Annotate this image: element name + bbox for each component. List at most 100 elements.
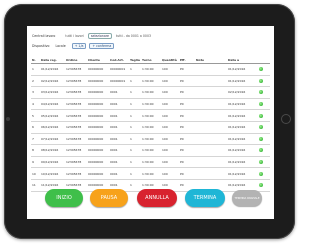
table-cell: 00000000: [87, 75, 109, 88]
table-cell: 3: [31, 86, 40, 99]
column-header[interactable]: Data a: [227, 56, 258, 64]
table-cell: 00000000: [87, 86, 109, 99]
table-row[interactable]: 7 07/12/2016 12345678 00000000 0001 1 1:30:00 1…: [31, 133, 270, 146]
table-cell: 1: [129, 86, 141, 99]
device-label: Dispositivo: [32, 43, 50, 48]
table-cell: 9: [31, 156, 40, 169]
status-ok-icon: [259, 102, 263, 107]
status-cell: [258, 144, 270, 157]
table-cell: P0: [179, 133, 195, 146]
range-select[interactable]: tutti - da 0001 a 0003: [116, 34, 151, 38]
finish-button[interactable]: TERMINA: [185, 189, 225, 207]
table-cell: 1: [129, 133, 141, 146]
device-value: Locale: [55, 43, 66, 48]
table-cell: 00000000: [87, 63, 109, 76]
table-cell: 08/12/2016: [40, 144, 65, 157]
work-filter-select[interactable]: tutti i lavori: [65, 34, 83, 38]
table-cell: 12345678: [65, 156, 87, 169]
partial-finish-button[interactable]: TERMINA PARZIALE: [232, 190, 262, 206]
table-cell: [195, 167, 227, 180]
table-row[interactable]: 1 01/12/2016 12345678 00000000 00000001 1 1:30…: [31, 63, 270, 76]
table-cell: 00000001: [109, 75, 129, 88]
table-row[interactable]: 9 09/12/2016 12345678 00000000 0001 1 1:30:00 1…: [31, 156, 270, 169]
table-cell: 12345678: [65, 98, 87, 111]
table-cell: 06/12/2016: [40, 121, 65, 134]
column-header[interactable]: Ordine: [65, 56, 87, 64]
table-cell: 1:30:00: [141, 86, 161, 99]
table-cell: 0001: [109, 133, 129, 146]
table-cell: 1: [129, 109, 141, 122]
table-cell: 100: [161, 121, 179, 134]
status-cell: [258, 75, 270, 88]
home-button[interactable]: [281, 114, 291, 124]
status-cell: [258, 98, 270, 111]
table-cell: P0: [179, 156, 195, 169]
table-cell: 6: [31, 121, 40, 134]
table-cell: 01/12/2016: [40, 63, 65, 76]
table-cell: 1:30:00: [141, 156, 161, 169]
table-cell: [195, 63, 227, 76]
status-cell: [258, 156, 270, 169]
table-cell: 12345678: [65, 63, 87, 76]
pause-button[interactable]: PAUSA: [90, 189, 128, 207]
column-header[interactable]: Turno: [141, 56, 161, 64]
table-cell: P0: [179, 144, 195, 157]
status-ok-icon: [259, 136, 263, 141]
column-header[interactable]: [258, 56, 270, 64]
column-header[interactable]: Note: [195, 56, 227, 64]
table-cell: 05/12/2016: [40, 109, 65, 122]
table-cell: P0: [179, 98, 195, 111]
table-cell: 01/12/2016: [227, 109, 258, 122]
table-cell: 1:30:00: [141, 133, 161, 146]
table-row[interactable]: 2 02/12/2016 12345678 00000000 00000001 1 1:30…: [31, 75, 270, 88]
table-cell: 12345678: [65, 86, 87, 99]
column-header[interactable]: Data reg.: [40, 56, 65, 64]
status-cell: [258, 167, 270, 180]
column-header[interactable]: Cod.Art.: [109, 56, 129, 64]
tablet-frame: Centrali lavoro tutti i lavori seleziona…: [4, 4, 295, 239]
table-cell: [195, 121, 227, 134]
table-row[interactable]: 10 10/12/2016 12345678 00000000 0001 1 1:30:00…: [31, 167, 270, 180]
cancel-button[interactable]: ANNULLA: [137, 189, 177, 207]
table-cell: P0: [179, 86, 195, 99]
table-cell: 01/12/2016: [227, 167, 258, 180]
table-cell: 0001: [109, 156, 129, 169]
table-cell: 7: [31, 133, 40, 146]
column-header[interactable]: N.: [31, 56, 40, 64]
table-cell: 0001: [109, 144, 129, 157]
column-header[interactable]: Eff.: [179, 56, 195, 64]
table-row[interactable]: 6 06/12/2016 12345678 00000000 0001 1 1:30:00 1…: [31, 121, 270, 134]
table-header-row: N. Data reg. Ordine Cliente Cod.Art. Taglia Tu…: [31, 56, 270, 64]
add-one-button[interactable]: + 1/a: [71, 42, 87, 49]
table-cell: [195, 75, 227, 88]
table-cell: 1: [129, 156, 141, 169]
status-ok-icon: [259, 78, 263, 83]
start-button[interactable]: INIZIO: [45, 189, 83, 207]
status-ok-icon: [259, 90, 263, 95]
table-row[interactable]: 8 08/12/2016 12345678 00000000 0001 1 1:30:00 1…: [31, 144, 270, 157]
table-cell: 0001: [109, 86, 129, 99]
table-cell: 07/12/2016: [40, 133, 65, 146]
table-row[interactable]: 4 04/12/2016 12345678 00000000 0001 1 1:30:00 1…: [31, 98, 270, 111]
table-cell: 100: [161, 109, 179, 122]
table-cell: 0001: [109, 121, 129, 134]
table-cell: 00000000: [87, 109, 109, 122]
select-pill-button[interactable]: selezionare: [87, 32, 112, 39]
table-cell: 1: [129, 144, 141, 157]
column-header[interactable]: Quantità: [161, 56, 179, 64]
table-row[interactable]: 5 05/12/2016 12345678 00000000 0001 1 1:30:00 1…: [31, 109, 270, 122]
table-cell: 1: [129, 167, 141, 180]
table-cell: [195, 98, 227, 111]
confirm-button[interactable]: + conferma: [89, 42, 115, 49]
table-row[interactable]: 3 03/12/2016 12345678 00000000 0001 1 1:30:00 1…: [31, 86, 270, 99]
column-header[interactable]: Cliente: [87, 56, 109, 64]
orders-table: N. Data reg. Ordine Cliente Cod.Art. Taglia Tu…: [31, 56, 270, 192]
table-cell: [195, 133, 227, 146]
table-cell: 01/12/2016: [227, 98, 258, 111]
table-cell: 100: [161, 86, 179, 99]
table-cell: 09/12/2016: [40, 156, 65, 169]
table-cell: 0001: [109, 98, 129, 111]
table-cell: P0: [179, 75, 195, 88]
column-header[interactable]: Taglia: [129, 56, 141, 64]
table-cell: 02/12/2016: [227, 86, 258, 99]
